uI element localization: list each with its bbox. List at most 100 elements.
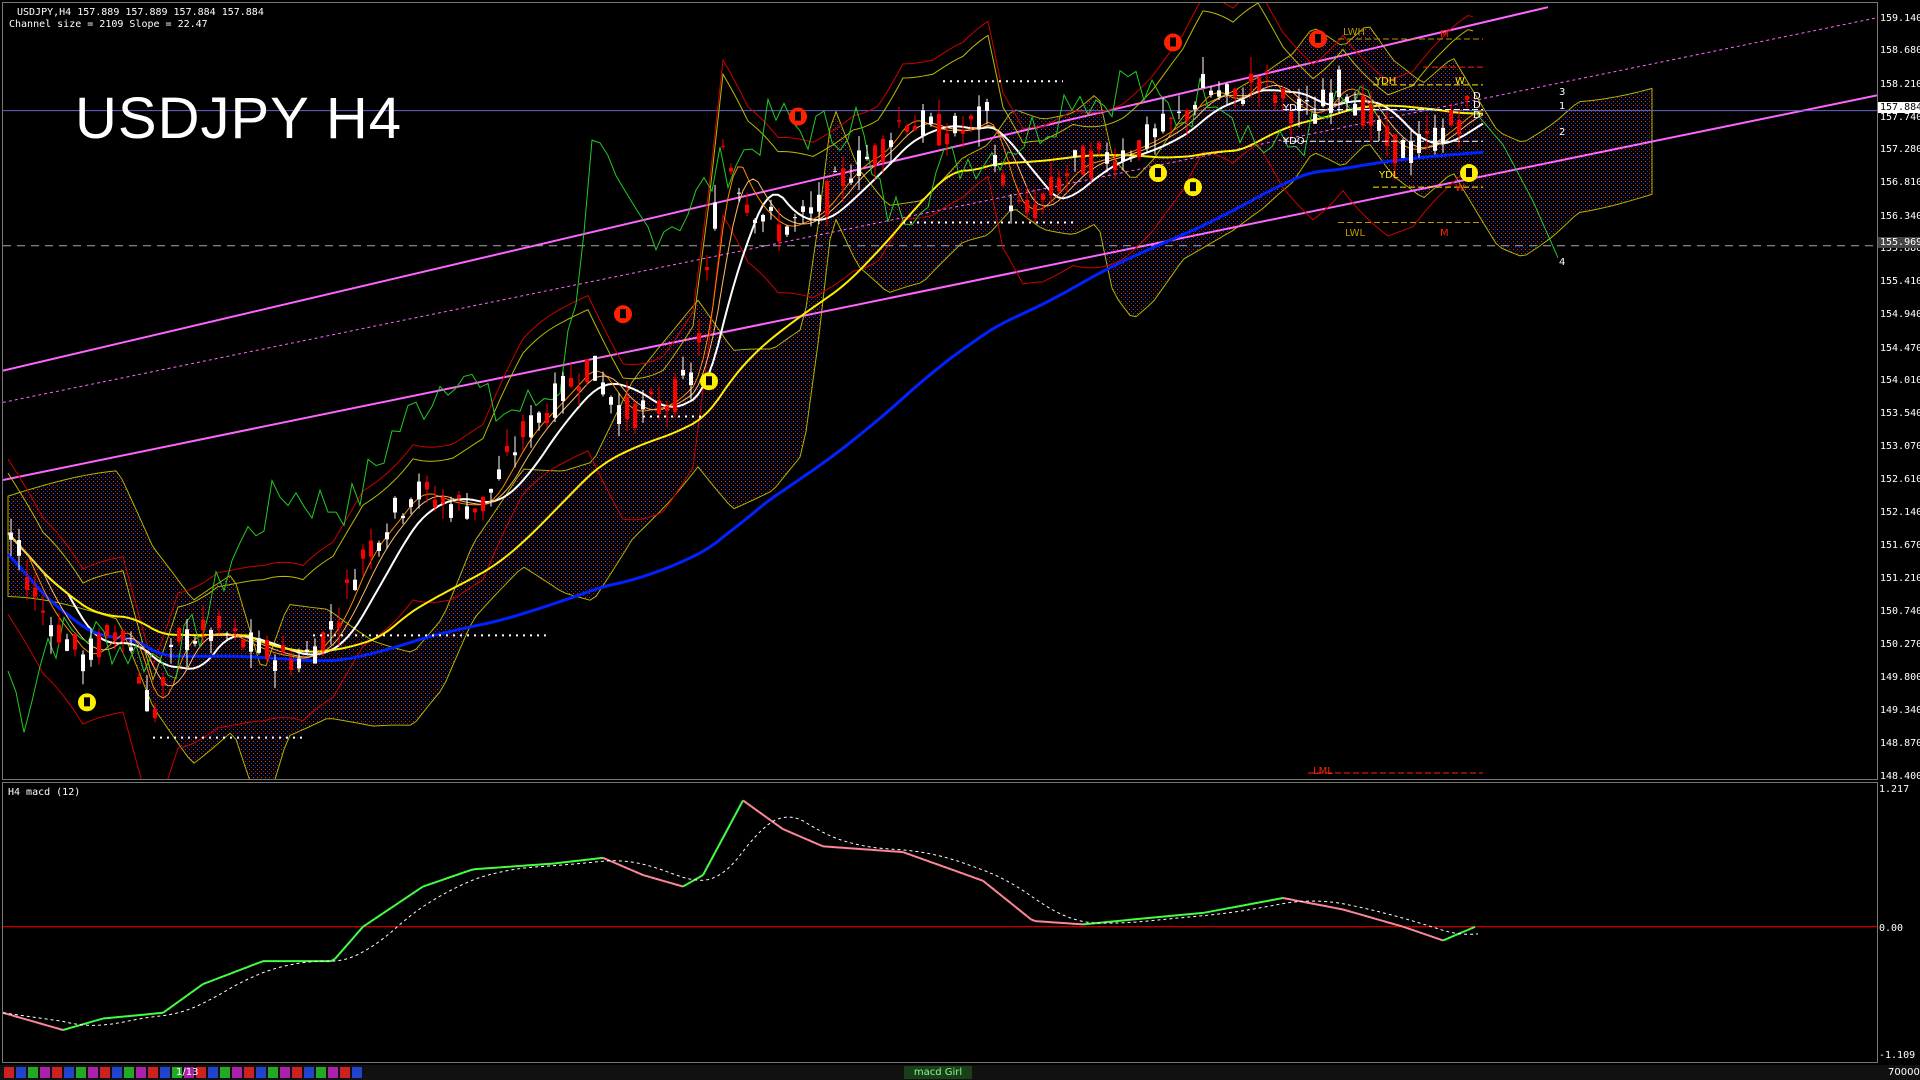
macd-line-segment — [254, 961, 260, 966]
macd-line-segment — [346, 939, 352, 946]
price-tick-label: 152.610 — [1880, 473, 1920, 485]
macd-line-segment — [710, 852, 716, 861]
chart-title: USDJPY H4 — [75, 86, 403, 151]
macd-line-segment — [750, 805, 756, 810]
candle-body — [1153, 128, 1157, 138]
macd-line-segment — [38, 1022, 44, 1026]
m-low-label: M — [1440, 228, 1449, 239]
macd-line-segment — [18, 1016, 24, 1020]
candle-body — [1145, 124, 1149, 149]
macd-line-segment — [442, 877, 448, 881]
candle-body — [857, 150, 861, 177]
channel-lower-line — [3, 94, 1877, 482]
macd-line-segment — [1358, 913, 1364, 917]
lwl-label: LWL — [1345, 228, 1366, 239]
candle-body — [777, 224, 781, 242]
macd-line-segment — [366, 920, 372, 925]
candle-body — [913, 125, 917, 131]
macd-line-segment — [934, 862, 940, 866]
candle-body — [1161, 113, 1165, 132]
candle-body — [393, 497, 397, 513]
candle-body — [185, 629, 189, 651]
candle-body — [1033, 204, 1037, 219]
candle-body — [313, 646, 317, 664]
macd-line-segment — [634, 870, 640, 875]
macd-line-segment — [818, 843, 824, 848]
candle-body — [145, 690, 149, 712]
macd-line-segment — [418, 885, 424, 891]
candle-body — [1265, 71, 1269, 73]
price-axis[interactable]: 159.140 158.680 158.210 157.740 157.280 156.8… — [1878, 0, 1920, 782]
candle-body — [953, 115, 957, 134]
candle-body — [961, 130, 965, 134]
candle-body — [945, 133, 949, 145]
candle-body — [1065, 173, 1069, 177]
candle-body — [1409, 141, 1413, 163]
chart-scrollbar[interactable]: 1/13 macd Girl 70000 — [0, 1065, 1920, 1080]
macd-line-segment — [1406, 927, 1412, 931]
current-price-label: 157.884 — [1878, 101, 1920, 113]
macd-line-segment — [1278, 897, 1284, 900]
candle-body — [785, 226, 789, 235]
candle-body — [977, 106, 981, 130]
macd-line-segment — [210, 978, 216, 982]
candle-body — [985, 101, 989, 111]
candle-body — [113, 632, 117, 641]
candle-body — [529, 415, 533, 438]
macd-line-segment — [1354, 911, 1360, 916]
timeline-segment — [352, 1067, 362, 1078]
candle-body — [1177, 111, 1181, 114]
candle-body — [417, 481, 421, 500]
fractal-arrow-icon — [706, 376, 712, 386]
candle-body — [169, 644, 173, 647]
price-chart-panel[interactable]: USDJPY,H4 157.889 157.889 157.884 157.88… — [2, 2, 1878, 780]
candle-body — [385, 532, 389, 540]
macd-line-segment — [198, 983, 204, 988]
candle-body — [193, 641, 197, 644]
macd-line-segment — [1338, 907, 1344, 911]
candle-body — [497, 469, 501, 480]
candle-body — [801, 206, 805, 212]
macd-line-segment — [902, 851, 908, 855]
macd-line-segment — [34, 1021, 40, 1025]
candle-body — [849, 178, 853, 183]
candle-body — [337, 622, 341, 629]
candle-body — [1121, 150, 1125, 162]
candle-body — [617, 405, 621, 424]
macd-panel[interactable]: H4 macd (12) — [2, 782, 1878, 1063]
macd-line-segment — [622, 865, 628, 870]
macd-line-segment — [642, 874, 648, 878]
candle-body — [377, 542, 381, 551]
candle-body — [1225, 84, 1229, 95]
candle-body — [81, 654, 85, 672]
timeline-segment — [244, 1067, 254, 1078]
macd-line-segment — [410, 891, 416, 896]
candle-body — [1073, 150, 1077, 158]
candle-body — [369, 540, 373, 557]
candle-body — [929, 116, 933, 125]
candle-body — [1193, 104, 1197, 110]
candle-body — [553, 383, 557, 418]
macd-line-segment — [1022, 912, 1028, 917]
indicator-tab[interactable]: macd Girl — [904, 1066, 972, 1079]
macd-line-segment — [354, 930, 360, 937]
macd-line-segment — [954, 869, 960, 874]
ydc-label: YDC — [1283, 103, 1304, 114]
macd-line-segment — [678, 884, 684, 888]
fractal-arrow-icon — [1315, 33, 1321, 43]
candle-body — [585, 359, 589, 383]
timeline-segment — [220, 1067, 230, 1078]
fib-label-2: 2 — [1559, 127, 1566, 138]
macd-line-segment — [1290, 898, 1296, 902]
macd-line-segment — [970, 875, 976, 879]
candle-body — [1209, 90, 1213, 96]
macd-line-segment — [1222, 907, 1228, 911]
candle-body — [665, 406, 669, 412]
macd-line-segment — [446, 875, 452, 880]
macd-line-segment — [382, 909, 388, 915]
timeline-segment — [208, 1067, 218, 1078]
price-tick-label: 156.810 — [1880, 177, 1920, 189]
candle-body — [753, 219, 757, 224]
candle-body — [633, 403, 637, 429]
macd-line-segment — [1422, 932, 1428, 936]
